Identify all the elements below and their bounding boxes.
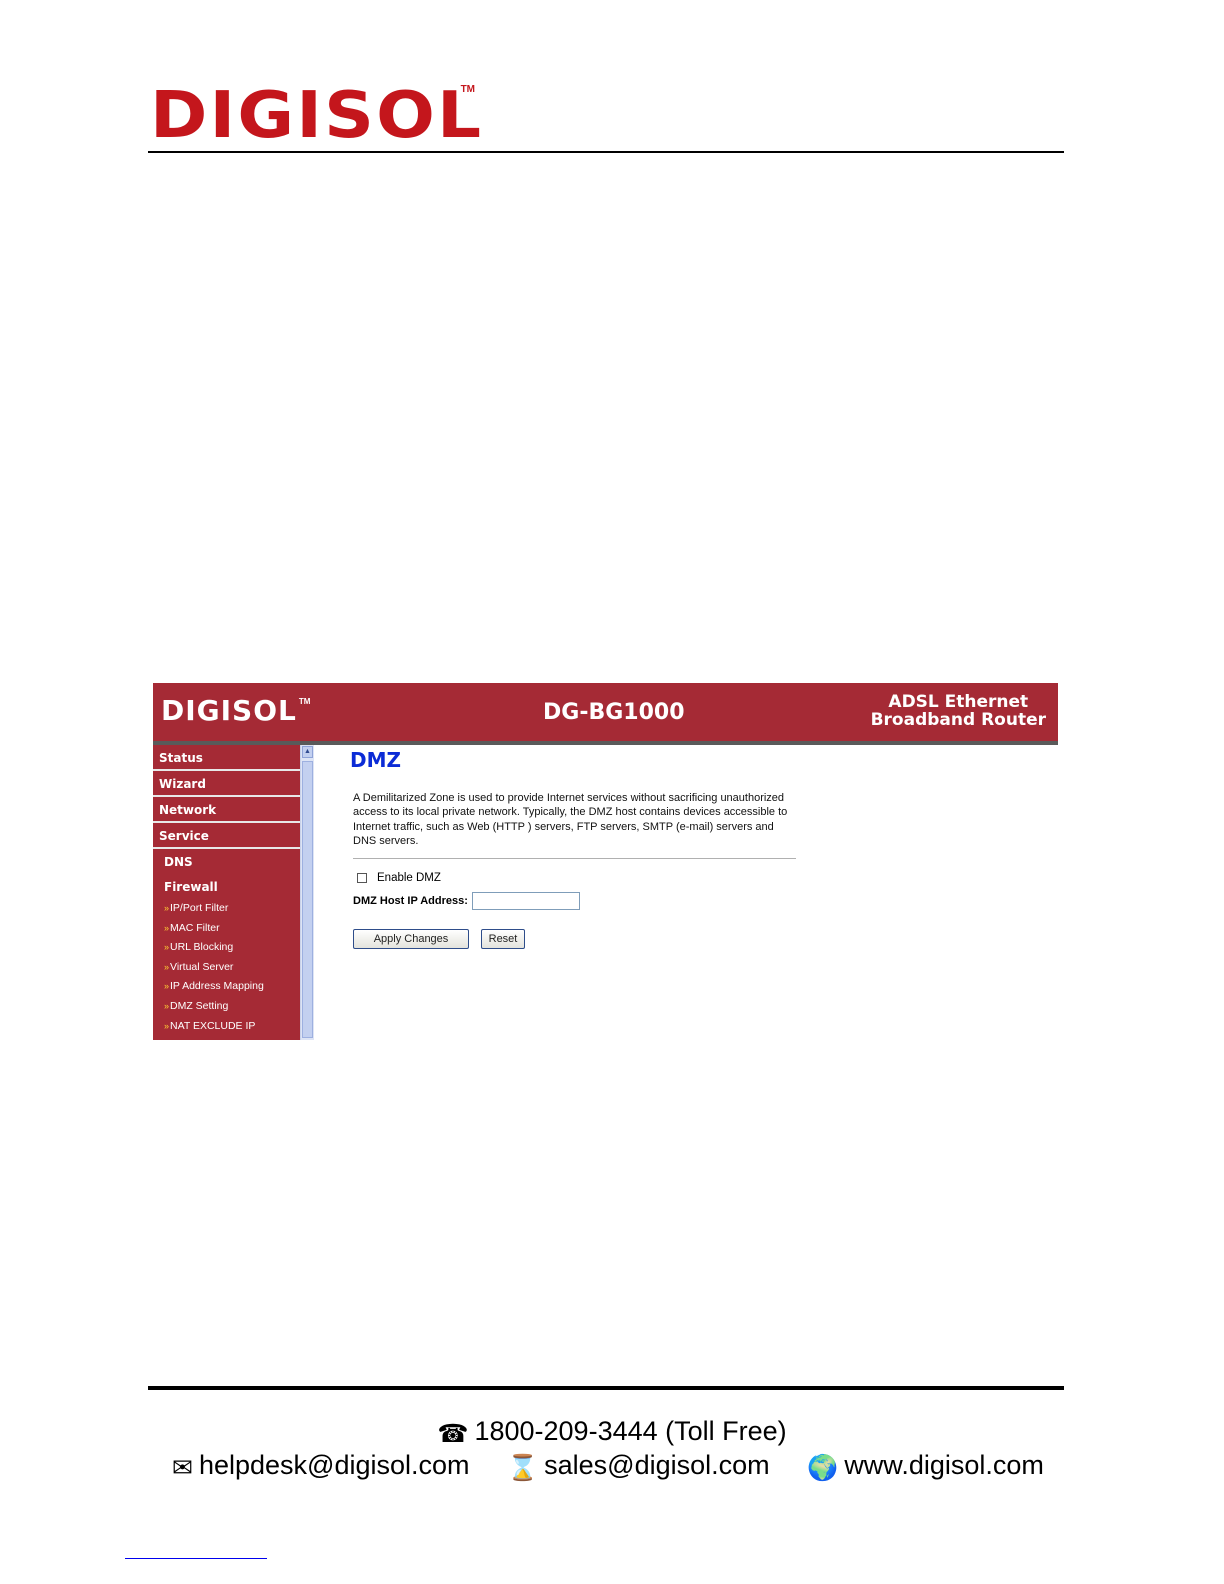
menu-nat-exclude-ip[interactable]: »NAT EXCLUDE IP: [153, 1017, 300, 1037]
menu-ip-port-filter[interactable]: »IP/Port Filter: [153, 899, 300, 919]
router-description: ADSL Ethernet Broadband Router: [871, 693, 1046, 729]
router-model: DG-BG1000: [543, 700, 685, 725]
menu-item-label: IP Address Mapping: [170, 980, 264, 993]
menu-item-label: DMZ Setting: [170, 999, 229, 1012]
sidebar-scrollbar[interactable]: ▲: [300, 745, 314, 1040]
menu-item-label: MAC Filter: [170, 921, 220, 934]
menu-item-label: URL Blocking: [170, 941, 234, 954]
bullet-icon: »: [164, 961, 170, 972]
bullet-icon: »: [164, 903, 170, 913]
logo-text: DIGISOL: [150, 79, 484, 153]
website-link[interactable]: www.digisol.com: [844, 1450, 1044, 1480]
bullet-icon: »: [164, 942, 170, 953]
phone-number: 1800-209-3444 (Toll Free): [474, 1416, 787, 1446]
menu-mac-filter[interactable]: »MAC Filter: [153, 919, 300, 939]
sales-contact: ⌛ sales@digisol.com: [507, 1450, 770, 1483]
hourglass-icon: ⌛: [507, 1454, 539, 1482]
scroll-up-arrow-icon[interactable]: ▲: [302, 746, 313, 758]
scroll-thumb[interactable]: [302, 761, 313, 1038]
dmz-host-ip-input[interactable]: [471, 892, 580, 910]
menu-firewall[interactable]: Firewall: [153, 874, 300, 899]
website-contact: 🌍 www.digisol.com: [807, 1450, 1044, 1483]
router-description-line1: ADSL Ethernet: [888, 692, 1029, 712]
router-sidebar: Status Wizard Network Service DNS Firewa…: [153, 745, 300, 1040]
header-divider: [148, 151, 1064, 153]
banner-logo: DIGISOL TM: [161, 697, 310, 725]
menu-item-label: IP/Port Filter: [170, 902, 229, 914]
dmz-host-row: DMZ Host IP Address:: [353, 892, 580, 910]
telephone-icon: ☎: [437, 1420, 469, 1448]
footer-phone: ☎ 1800-209-3444 (Toll Free): [0, 1416, 1224, 1449]
digisol-logo: DIGISOL TM: [150, 78, 481, 148]
reset-button[interactable]: Reset: [481, 929, 525, 949]
page-title: DMZ: [350, 748, 402, 772]
banner-logo-trademark: TM: [298, 697, 311, 706]
apply-changes-button[interactable]: Apply Changes: [353, 929, 469, 949]
menu-dns[interactable]: DNS: [153, 849, 300, 874]
router-screenshot: DIGISOL TM DG-BG1000 ADSL Ethernet Broadb…: [153, 683, 1058, 1040]
menu-status[interactable]: Status: [153, 745, 300, 771]
menu-item-label: NAT EXCLUDE IP: [170, 1019, 256, 1032]
globe-icon: 🌍: [807, 1454, 839, 1482]
router-description-line2: Broadband Router: [870, 710, 1046, 730]
bullet-icon: »: [164, 1020, 170, 1031]
menu-wizard[interactable]: Wizard: [153, 771, 300, 797]
menu-item-label: Virtual Server: [170, 960, 234, 973]
dmz-host-label: DMZ Host IP Address:: [353, 895, 468, 907]
dmz-description: A Demilitarized Zone is used to provide …: [353, 792, 788, 847]
dmz-panel: DMZ A Demilitarized Zone is used to prov…: [315, 745, 1058, 1040]
helpdesk-email[interactable]: helpdesk@digisol.com: [199, 1450, 470, 1480]
sales-email[interactable]: sales@digisol.com: [544, 1450, 770, 1480]
router-banner: DIGISOL TM DG-BG1000 ADSL Ethernet Broadb…: [153, 683, 1058, 745]
footer-contacts: ✉ helpdesk@digisol.com ⌛ sales@digisol.com…: [172, 1450, 1044, 1483]
section-divider: [353, 858, 796, 859]
banner-logo-text: DIGISOL: [161, 694, 297, 727]
menu-url-blocking[interactable]: »URL Blocking: [153, 938, 300, 958]
bullet-icon: »: [164, 981, 170, 992]
bullet-icon: »: [164, 1000, 170, 1011]
bullet-icon: »: [164, 922, 170, 933]
enable-dmz-row: Enable DMZ: [357, 872, 441, 884]
enable-dmz-checkbox[interactable]: [357, 873, 367, 883]
footnote-rule: [125, 1558, 267, 1559]
menu-network[interactable]: Network: [153, 797, 300, 823]
menu-virtual-server[interactable]: »Virtual Server: [153, 958, 300, 978]
enable-dmz-label: Enable DMZ: [377, 872, 441, 884]
menu-service[interactable]: Service: [153, 823, 300, 849]
helpdesk-contact: ✉ helpdesk@digisol.com: [172, 1450, 470, 1483]
menu-ip-address-mapping[interactable]: »IP Address Mapping: [153, 977, 300, 997]
menu-dmz-setting[interactable]: »DMZ Setting: [153, 997, 300, 1017]
envelope-icon: ✉: [172, 1454, 193, 1482]
footer-divider: [148, 1386, 1064, 1390]
